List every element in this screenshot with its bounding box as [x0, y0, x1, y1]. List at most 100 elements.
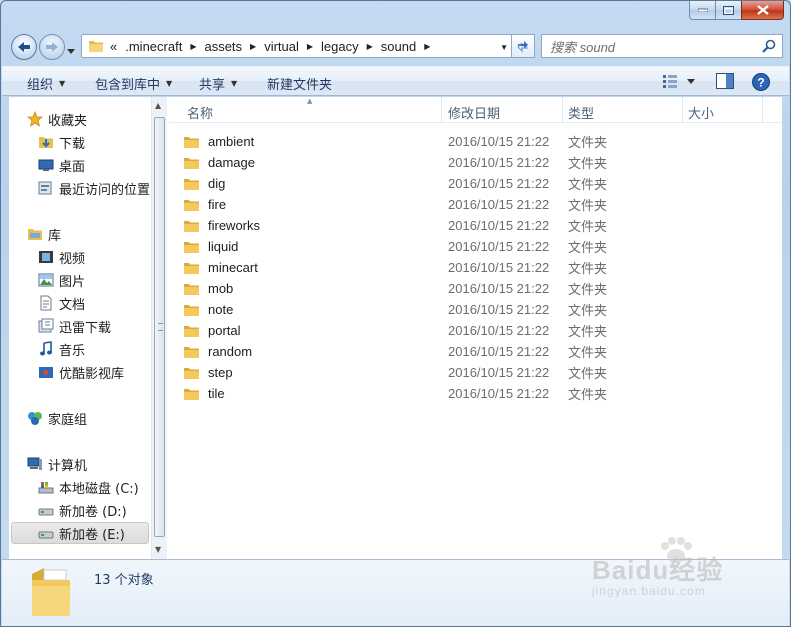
- minimize-button[interactable]: [689, 1, 715, 20]
- file-row[interactable]: fireworks 2016/10/15 21:22 文件夹: [183, 215, 623, 236]
- file-name: step: [208, 365, 233, 380]
- arrow-right-icon: [46, 42, 58, 52]
- crumb-virtual[interactable]: virtual ▶: [264, 39, 313, 54]
- file-type: 文件夹: [568, 304, 608, 319]
- file-date: 2016/10/15 21:22: [448, 302, 550, 317]
- file-row[interactable]: liquid 2016/10/15 21:22 文件夹: [183, 236, 623, 257]
- scroll-down-icon[interactable]: ▼: [155, 545, 161, 554]
- help-button[interactable]: ?: [752, 73, 770, 94]
- nav-homegroup-label: 家庭组: [48, 412, 88, 428]
- refresh-button[interactable]: [511, 34, 535, 58]
- nav-favorites[interactable]: 收藏夹: [27, 108, 169, 130]
- file-date: 2016/10/15 21:22: [448, 197, 550, 212]
- file-type: 文件夹: [568, 199, 608, 214]
- column-type[interactable]: 类型: [568, 103, 594, 122]
- folder-icon: [184, 241, 199, 253]
- crumb-sound[interactable]: sound ▶: [381, 39, 431, 54]
- file-type: 文件夹: [568, 136, 608, 151]
- organize-button[interactable]: 组织 ▼: [27, 74, 65, 93]
- nav-drive-e[interactable]: 新加卷 (E:): [11, 522, 149, 544]
- close-icon: [756, 5, 769, 15]
- preview-pane-button[interactable]: [716, 73, 734, 92]
- back-button[interactable]: [11, 34, 37, 60]
- share-button[interactable]: 共享 ▼: [199, 74, 237, 93]
- chevron-down-icon: ▼: [166, 79, 173, 88]
- crumb-separator-icon[interactable]: ▶: [307, 42, 313, 51]
- search-box[interactable]: 搜索 sound: [541, 34, 783, 58]
- file-row[interactable]: portal 2016/10/15 21:22 文件夹: [183, 320, 623, 341]
- navigation-pane: 收藏夹 下载 桌面 最近访问的位置 库 视频 图片 文档 迅雷下载 音乐 优酷影…: [9, 97, 167, 559]
- crumb-separator-icon[interactable]: ▶: [367, 42, 373, 51]
- file-row[interactable]: fire 2016/10/15 21:22 文件夹: [183, 194, 623, 215]
- maximize-button[interactable]: [715, 1, 741, 20]
- file-date: 2016/10/15 21:22: [448, 260, 550, 275]
- file-date: 2016/10/15 21:22: [448, 155, 550, 170]
- file-type: 文件夹: [568, 325, 608, 340]
- file-type: 文件夹: [568, 367, 608, 382]
- nav-downloads-label: 下载: [59, 136, 86, 152]
- folder-icon: [184, 304, 199, 316]
- folder-icon: [184, 346, 199, 358]
- nav-computer[interactable]: 计算机: [27, 453, 169, 475]
- folder-icon: [184, 325, 199, 337]
- crumb-assets[interactable]: assets ▶: [204, 39, 256, 54]
- scroll-up-icon[interactable]: ▲: [155, 101, 161, 110]
- command-bar: 组织 ▼ 包含到库中 ▼ 共享 ▼ 新建文件夹 ?: [2, 66, 789, 96]
- folder-icon: [89, 41, 103, 52]
- file-row[interactable]: ambient 2016/10/15 21:22 文件夹: [183, 131, 623, 152]
- folder-icon: [184, 220, 199, 232]
- file-row[interactable]: dig 2016/10/15 21:22 文件夹: [183, 173, 623, 194]
- include-in-library-button[interactable]: 包含到库中 ▼: [95, 74, 172, 93]
- recent-pages-dropdown[interactable]: [67, 43, 77, 54]
- crumb-label: legacy: [321, 38, 359, 54]
- crumb-separator-icon[interactable]: ▶: [190, 42, 196, 51]
- file-name: damage: [208, 155, 255, 170]
- file-row[interactable]: minecart 2016/10/15 21:22 文件夹: [183, 257, 623, 278]
- forward-button[interactable]: [39, 34, 65, 60]
- nav-recent-label: 最近访问的位置: [59, 182, 151, 198]
- file-type: 文件夹: [568, 220, 608, 235]
- nav-videos-label: 视频: [59, 251, 86, 267]
- file-row[interactable]: tile 2016/10/15 21:22 文件夹: [183, 383, 623, 404]
- scroll-thumb[interactable]: [154, 117, 165, 537]
- chevron-down-icon: [67, 49, 75, 54]
- close-button[interactable]: [741, 1, 784, 20]
- nav-drive-c-label: 本地磁盘 (C:): [59, 481, 139, 497]
- crumb-legacy[interactable]: legacy ▶: [321, 39, 373, 54]
- file-date: 2016/10/15 21:22: [448, 365, 550, 380]
- sort-ascending-icon: ▲: [307, 97, 313, 105]
- help-icon: ?: [752, 73, 770, 91]
- crumb-minecraft[interactable]: .minecraft ▶: [125, 39, 196, 54]
- address-bar[interactable]: « .minecraft ▶ assets ▶ virtual ▶ legacy ▶ s…: [81, 34, 515, 58]
- crumb-label: assets: [204, 38, 243, 54]
- file-row[interactable]: mob 2016/10/15 21:22 文件夹: [183, 278, 623, 299]
- column-name[interactable]: 名称: [187, 103, 213, 122]
- file-row[interactable]: random 2016/10/15 21:22 文件夹: [183, 341, 623, 362]
- column-header: ▲ 名称 修改日期 类型 大小: [169, 97, 782, 123]
- nav-homegroup[interactable]: 家庭组: [27, 407, 169, 429]
- file-row[interactable]: damage 2016/10/15 21:22 文件夹: [183, 152, 623, 173]
- nav-scrollbar[interactable]: ▲ ▼: [151, 97, 167, 559]
- column-size[interactable]: 大小: [688, 103, 714, 122]
- computer-icon: [27, 456, 43, 472]
- new-folder-button[interactable]: 新建文件夹: [267, 74, 332, 93]
- nav-libraries[interactable]: 库: [27, 223, 169, 245]
- file-name: random: [208, 344, 253, 359]
- nav-drive-d-label: 新加卷 (D:): [59, 504, 127, 520]
- file-row[interactable]: note 2016/10/15 21:22 文件夹: [183, 299, 623, 320]
- view-options-button[interactable]: [662, 73, 696, 92]
- crumb-separator-icon[interactable]: ▶: [424, 42, 430, 51]
- search-icon[interactable]: [762, 39, 776, 53]
- xunlei-folder-icon: [38, 318, 54, 334]
- nav-drive-e-label: 新加卷 (E:): [59, 527, 125, 543]
- file-name: dig: [208, 176, 226, 191]
- star-icon: [27, 111, 43, 127]
- column-date[interactable]: 修改日期: [448, 103, 500, 122]
- caption-buttons: [689, 1, 784, 21]
- crumb-separator-icon[interactable]: ▶: [250, 42, 256, 51]
- address-history-dropdown[interactable]: ▼: [500, 43, 508, 52]
- overflow-chevron[interactable]: «: [110, 39, 117, 54]
- file-name: portal: [208, 323, 241, 338]
- file-row[interactable]: step 2016/10/15 21:22 文件夹: [183, 362, 623, 383]
- file-type: 文件夹: [568, 178, 608, 193]
